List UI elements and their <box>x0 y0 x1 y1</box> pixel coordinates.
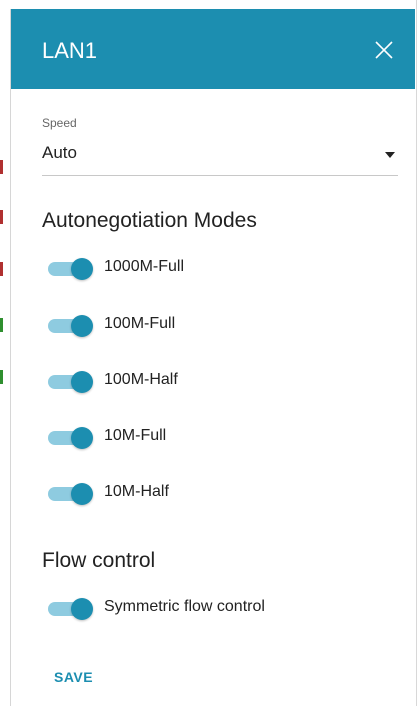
autoneg-mode-row: 100M-Full <box>46 311 396 339</box>
autoneg-100m-half-toggle[interactable] <box>46 371 93 393</box>
chevron-down-icon <box>385 152 395 158</box>
flow-control-row: Symmetric flow control <box>46 594 396 622</box>
autoneg-100m-full-toggle[interactable] <box>46 315 93 337</box>
background-marker <box>0 370 3 384</box>
toggle-thumb <box>71 483 93 505</box>
toggle-thumb <box>71 371 93 393</box>
page-frame: LAN1 Speed Auto Autonegotiation Modes 10… <box>0 0 417 706</box>
autoneg-1000m-full-toggle[interactable] <box>46 258 93 280</box>
symmetric-flow-control-label: Symmetric flow control <box>104 598 265 615</box>
background-marker <box>0 160 3 174</box>
background-marker <box>0 318 3 332</box>
top-edge <box>10 0 417 9</box>
autoneg-mode-label: 100M-Half <box>104 371 178 388</box>
close-icon <box>375 41 393 59</box>
autoneg-10m-half-toggle[interactable] <box>46 483 93 505</box>
autoneg-mode-label: 10M-Half <box>104 483 169 500</box>
speed-label: Speed <box>42 116 77 130</box>
autoneg-mode-label: 10M-Full <box>104 427 167 444</box>
autoneg-mode-row: 10M-Full <box>46 423 396 451</box>
autoneg-mode-row: 10M-Half <box>46 479 396 507</box>
toggle-thumb <box>71 258 93 280</box>
speed-selected-value: Auto <box>42 143 77 162</box>
autoneg-mode-label: 1000M-Full <box>104 258 185 275</box>
dialog-title: LAN1 <box>42 38 98 63</box>
autonegotiation-title: Autonegotiation Modes <box>42 209 257 232</box>
close-button[interactable] <box>369 35 399 65</box>
flow-control-title: Flow control <box>42 549 156 572</box>
background-page-strip <box>0 0 11 706</box>
background-marker <box>0 262 3 276</box>
autoneg-mode-row: 100M-Half <box>46 367 396 395</box>
save-button[interactable]: SAVE <box>54 669 93 685</box>
lan-settings-dialog: LAN1 Speed Auto Autonegotiation Modes 10… <box>11 9 415 706</box>
speed-select[interactable]: Auto <box>42 137 398 176</box>
toggle-thumb <box>71 315 93 337</box>
autoneg-10m-full-toggle[interactable] <box>46 427 93 449</box>
toggle-thumb <box>71 427 93 449</box>
dialog-header: LAN1 <box>11 9 415 89</box>
background-marker <box>0 210 3 224</box>
toggle-thumb <box>71 598 93 620</box>
autoneg-mode-label: 100M-Full <box>104 315 176 332</box>
autoneg-mode-row: 1000M-Full <box>46 254 396 282</box>
symmetric-flow-control-toggle[interactable] <box>46 598 93 620</box>
